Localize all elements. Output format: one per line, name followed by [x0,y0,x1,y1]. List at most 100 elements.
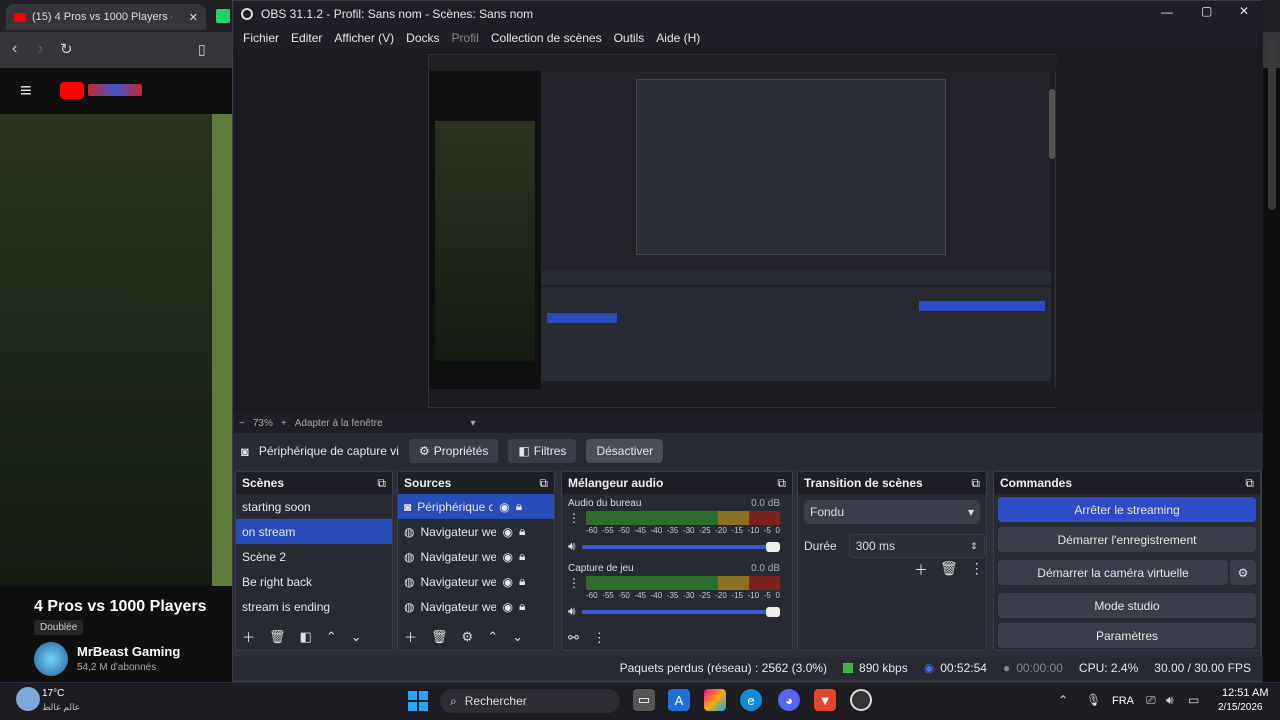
link-icon[interactable]: ⚯ [568,630,579,646]
trash-icon[interactable]: 🗑 [940,560,958,580]
slider-knob[interactable] [766,606,780,617]
browser-tab-youtube[interactable]: (15) 4 Pros vs 1000 Players - You ✕ [6,4,206,30]
start-virtual-camera-button[interactable]: Démarrer la caméra virtuelle [998,560,1228,585]
volume-slider[interactable] [581,541,780,552]
maximize-icon[interactable]: ▢ [1201,4,1212,18]
scene-item[interactable]: starting soon [236,494,392,519]
lock-icon[interactable]: 🔒︎ [519,574,525,589]
move-up-icon[interactable]: ⌃ [326,629,337,645]
gear-icon[interactable]: ⚙ [462,629,474,645]
back-icon[interactable]: ‹ [12,40,17,58]
menu-outils[interactable]: Outils [608,31,651,45]
lock-icon[interactable]: 🔒︎ [516,499,522,514]
obs-taskbar-icon[interactable] [850,689,872,711]
video-player[interactable] [0,114,232,586]
menu-profil[interactable]: Profil [446,31,485,45]
language-indicator[interactable]: FRA [1112,695,1134,707]
minimize-icon[interactable]: — [1161,5,1173,19]
close-icon[interactable]: ✕ [1239,4,1249,18]
kick-favicon-icon[interactable] [216,9,230,23]
speaker-icon[interactable]: 🔊︎ [568,539,576,554]
preview-scrollbar[interactable] [1049,89,1055,159]
channel-avatar[interactable] [34,642,68,676]
clock-date[interactable]: 2/15/2026 [1218,702,1263,713]
browser-scrollbar[interactable] [1268,40,1276,210]
speaker-icon[interactable]: 🔊︎ [568,604,576,619]
duration-spinbox[interactable]: 300 ms ⇕ [848,534,985,558]
tab-close-icon[interactable]: ✕ [189,11,198,24]
lock-icon[interactable]: 🔒︎ [519,524,525,539]
spin-arrows-icon[interactable]: ⇕ [970,541,978,552]
trash-icon[interactable]: 🗑 [431,629,448,645]
brave-icon[interactable]: ▼ [814,689,836,711]
microphone-icon[interactable]: 🎙︎ [1086,693,1101,707]
kebab-menu-icon[interactable]: ⋮ [568,511,580,535]
trash-icon[interactable]: 🗑 [269,629,286,645]
kebab-menu-icon[interactable]: ⋮ [593,630,606,646]
battery-icon[interactable]: ▭ [1188,693,1199,707]
task-view-icon[interactable]: ▭ [633,689,655,711]
kebab-menu-icon[interactable]: ⋮ [568,576,580,600]
zoom-out-button[interactable]: − [239,418,245,429]
properties-button[interactable]: ⚙ Propriétés [408,439,499,463]
move-down-icon[interactable]: ⌄ [512,629,523,645]
youtube-logo-icon[interactable] [60,82,84,99]
youtube-doodle-logo[interactable] [88,84,142,96]
menu-fichier[interactable]: Fichier [237,31,285,45]
menu-editer[interactable]: Editer [285,31,328,45]
weather-temp[interactable]: 17°C [42,688,64,699]
eye-icon[interactable]: ◉ [502,525,512,539]
deactivate-button[interactable]: Désactiver [586,439,664,463]
source-item[interactable]: ◍ Navigateur wel ◉ 🔒︎ [398,519,554,544]
scene-item[interactable]: Scène 2 [236,544,392,569]
move-down-icon[interactable]: ⌄ [351,629,362,645]
source-item[interactable]: ◍ Navigateur wel ◉ 🔒︎ [398,544,554,569]
virtual-camera-settings-button[interactable]: ⚙ [1230,560,1256,585]
undock-icon[interactable]: ⧉ [777,476,786,491]
hamburger-menu-icon[interactable]: ≡ [20,80,32,103]
fit-to-window-dropdown[interactable]: Adapter à la fenêtre [295,418,383,429]
transition-select[interactable]: Fondu ▾ [804,500,980,524]
start-recording-button[interactable]: Démarrer l'enregistrement [998,527,1256,552]
scene-item[interactable]: stream is ending [236,594,392,619]
edge-icon[interactable]: e [740,689,762,711]
zoom-in-button[interactable]: + [281,418,287,429]
channel-name[interactable]: MrBeast Gaming [77,644,180,659]
app-icon[interactable]: A [668,689,690,711]
filters-button[interactable]: ◧ Filtres [508,439,577,463]
volume-slider[interactable] [581,606,780,617]
add-icon[interactable]: ＋ [914,560,928,580]
menu-afficher[interactable]: Afficher (V) [328,31,400,45]
lock-icon[interactable]: 🔒︎ [519,549,525,564]
chevron-down-icon[interactable]: ▾ [471,418,476,429]
discord-icon[interactable]: ◕ [778,689,800,711]
slider-knob[interactable] [766,541,780,552]
eye-icon[interactable]: ◉ [502,575,512,589]
menu-aide[interactable]: Aide (H) [650,31,706,45]
copilot-icon[interactable] [704,689,726,711]
eye-icon[interactable]: ◉ [502,600,512,614]
taskbar-search[interactable]: ⌕ Rechercher [440,689,620,713]
undock-icon[interactable]: ⧉ [539,476,548,491]
scene-item-selected[interactable]: on stream [236,519,392,544]
undock-icon[interactable]: ⧉ [971,476,980,491]
source-item[interactable]: ◍ Navigateur wel ◉ 🔒︎ [398,569,554,594]
add-icon[interactable]: ＋ [242,627,255,646]
stop-streaming-button[interactable]: Arrêter le streaming [998,497,1256,522]
source-item[interactable]: ◍ Navigateur wel ◉ 🔒︎ [398,594,554,619]
undock-icon[interactable]: ⧉ [377,476,386,491]
settings-button[interactable]: Paramètres [998,623,1256,648]
preview-canvas[interactable] [428,54,1057,408]
move-up-icon[interactable]: ⌃ [487,629,498,645]
scene-item[interactable]: Be right back [236,569,392,594]
windows-start-icon[interactable] [408,691,428,711]
obs-preview-area[interactable] [233,49,1263,413]
eye-icon[interactable]: ◉ [502,550,512,564]
source-item-selected[interactable]: ◙ Périphérique d ◉ 🔒︎ [398,494,554,519]
eye-icon[interactable]: ◉ [499,500,509,514]
lock-icon[interactable]: 🔒︎ [519,599,525,614]
undock-icon[interactable]: ⧉ [1245,476,1254,491]
studio-mode-button[interactable]: Mode studio [998,593,1256,618]
reload-icon[interactable]: ↻ [60,40,73,58]
bookmark-icon[interactable]: ▯ [198,41,206,58]
